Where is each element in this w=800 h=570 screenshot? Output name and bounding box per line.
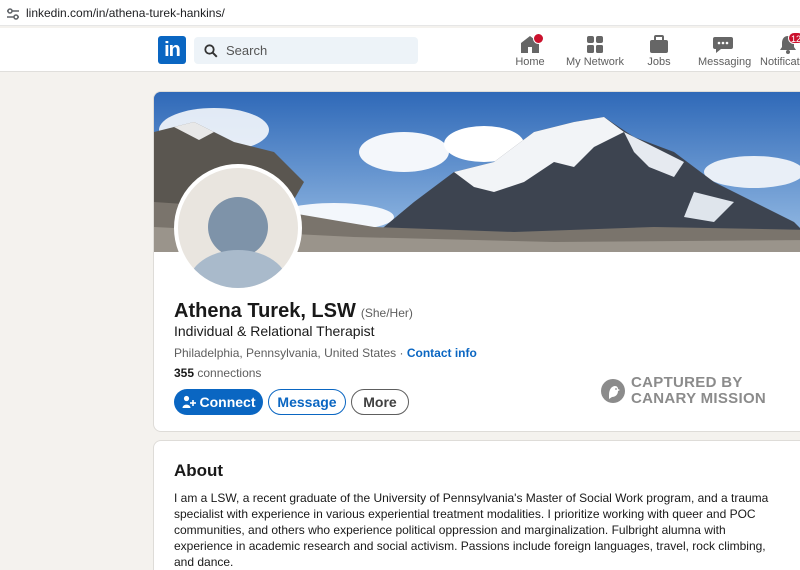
message-button-label: Message [277, 394, 337, 410]
chat-icon [713, 37, 733, 53]
nav-messaging-label: Messaging [698, 56, 752, 68]
about-title: About [174, 461, 224, 480]
nav-home[interactable]: Home [508, 32, 552, 70]
profile-card: Athena Turek, LSW (She/Her) Individual &… [153, 91, 800, 432]
message-button[interactable]: Message [268, 389, 346, 415]
site-settings-icon[interactable] [6, 7, 20, 20]
connections-label: connections [197, 366, 262, 380]
profile-headline: Individual & Relational Therapist [174, 323, 375, 339]
linkedin-logo[interactable]: in [158, 36, 186, 64]
browser-url-bar[interactable]: linkedin.com/in/athena-turek-hankins/ [0, 0, 800, 26]
watermark-line-1: CAPTURED BY [631, 374, 743, 391]
nav-messaging[interactable]: Messaging [698, 32, 752, 70]
avatar-body-placeholder [188, 250, 288, 288]
home-notification-dot [533, 33, 544, 44]
nav-my-network-label: My Network [565, 56, 625, 68]
url-text[interactable]: linkedin.com/in/athena-turek-hankins/ [26, 6, 225, 20]
separator-dot: · [399, 346, 404, 360]
profile-name: Athena Turek, LSW [174, 300, 356, 322]
more-button[interactable]: More [351, 389, 409, 415]
about-card: About I am a LSW, a recent graduate of t… [153, 440, 800, 570]
search-box[interactable] [194, 37, 418, 64]
nav-notifications-label: Notifications [760, 56, 800, 68]
network-icon [587, 36, 603, 53]
about-text: I am a LSW, a recent graduate of the Uni… [174, 491, 769, 569]
contact-info-link[interactable]: Contact info [407, 346, 477, 360]
briefcase-icon [650, 35, 668, 53]
nav-home-label: Home [515, 56, 545, 68]
connections[interactable]: 355 connections [174, 366, 261, 380]
profile-pronouns: (She/Her) [360, 306, 413, 320]
nav-jobs[interactable]: Jobs [640, 32, 678, 70]
top-nav: in Home My Network [0, 28, 800, 72]
add-person-icon [182, 395, 196, 408]
connect-button[interactable]: Connect [174, 389, 263, 415]
connections-count: 355 [174, 366, 195, 380]
search-input[interactable] [226, 43, 396, 58]
nav-my-network[interactable]: My Network [564, 32, 626, 70]
notifications-badge: 12 [788, 32, 800, 44]
canary-bird-icon [601, 379, 625, 403]
search-icon [204, 43, 218, 58]
canary-mission-watermark: CAPTURED BY CANARY MISSION [600, 375, 766, 407]
connect-button-label: Connect [199, 394, 256, 410]
avatar[interactable] [174, 164, 302, 292]
name-row: Athena Turek, LSW (She/Her) [174, 300, 413, 323]
location-row: Philadelphia, Pennsylvania, United State… [174, 346, 477, 360]
more-button-label: More [363, 394, 397, 410]
avatar-head-placeholder [208, 197, 268, 257]
profile-location: Philadelphia, Pennsylvania, United State… [174, 346, 397, 360]
watermark-line-2: CANARY MISSION [631, 390, 767, 407]
nav-notifications[interactable]: 12 Notifications [760, 32, 800, 70]
nav-jobs-label: Jobs [647, 56, 671, 68]
